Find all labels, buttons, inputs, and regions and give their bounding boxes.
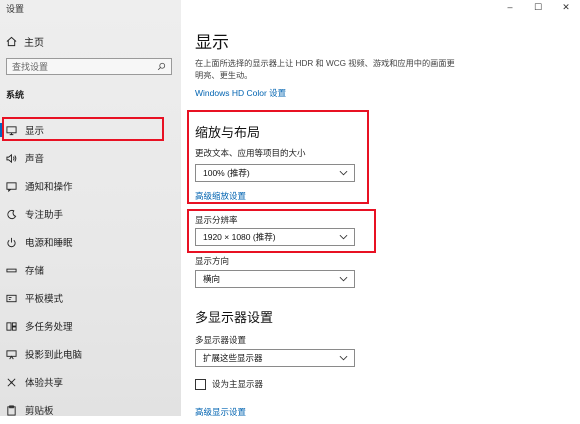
search-input[interactable] — [12, 61, 142, 72]
speaker-icon — [6, 153, 17, 163]
chevron-down-icon — [339, 276, 348, 282]
scale-value: 100% (推荐) — [203, 168, 250, 178]
scale-label: 更改文本、应用等项目的大小 — [195, 148, 306, 158]
scale-dropdown[interactable]: 100% (推荐) — [195, 164, 355, 182]
sidebar-item-multitask[interactable]: 多任务处理 — [0, 312, 181, 340]
chevron-down-icon — [339, 170, 348, 176]
scrollbar[interactable] — [572, 14, 580, 416]
orientation-value: 横向 — [203, 274, 221, 284]
tablet-icon — [6, 294, 17, 302]
minimize-button[interactable]: – — [496, 0, 524, 14]
section-title: 系统 — [6, 90, 25, 100]
notification-icon — [6, 181, 17, 192]
search-icon[interactable] — [157, 62, 166, 71]
hdr-settings-link[interactable]: Windows HD Color 设置 — [195, 87, 286, 99]
maximize-button[interactable]: ☐ — [524, 0, 552, 14]
sidebar-item-power[interactable]: 电源和睡眠 — [0, 228, 181, 256]
sidebar-item-clipboard[interactable]: 剪贴板 — [0, 396, 181, 424]
resolution-value: 1920 × 1080 (推荐) — [203, 232, 276, 242]
main-display-checkbox[interactable] — [195, 378, 206, 390]
sidebar-item-notifications[interactable]: 通知和操作 — [0, 172, 181, 200]
multi-display-label: 多显示器设置 — [195, 335, 247, 345]
orientation-dropdown[interactable]: 横向 — [195, 270, 355, 288]
multi-display-heading: 多显示器设置 — [195, 310, 274, 325]
sidebar-item-label: 体验共享 — [25, 378, 64, 389]
chevron-down-icon — [339, 355, 348, 361]
home-icon — [6, 36, 17, 47]
main-display-checkbox-row[interactable]: 设为主显示器 — [195, 378, 263, 390]
home-label: 主页 — [24, 38, 44, 49]
sidebar-item-label: 投影到此电脑 — [25, 350, 83, 361]
clipboard-icon — [7, 404, 16, 416]
resolution-dropdown[interactable]: 1920 × 1080 (推荐) — [195, 228, 355, 246]
sidebar-item-label: 专注助手 — [25, 210, 64, 221]
resolution-label: 显示分辨率 — [195, 215, 238, 225]
sidebar-item-label: 电源和睡眠 — [25, 238, 73, 249]
main-display-checkbox-label: 设为主显示器 — [212, 379, 264, 389]
window-controls: – ☐ ✕ — [496, 0, 580, 14]
advanced-display-link[interactable]: 高级显示设置 — [195, 406, 246, 418]
sidebar-item-label: 多任务处理 — [25, 322, 73, 333]
multitask-icon — [6, 321, 17, 331]
page-title: 显示 — [195, 33, 229, 52]
sidebar-item-label: 剪贴板 — [25, 406, 54, 417]
multi-display-value: 扩展这些显示器 — [203, 353, 263, 363]
sidebar-item-share[interactable]: 体验共享 — [0, 368, 181, 396]
sidebar-item-label: 通知和操作 — [25, 182, 73, 193]
home-link[interactable]: 主页 — [6, 34, 44, 49]
close-button[interactable]: ✕ — [552, 0, 580, 14]
chevron-down-icon — [339, 234, 348, 240]
sidebar-item-storage[interactable]: 存储 — [0, 256, 181, 284]
sidebar-item-label: 显示 — [25, 126, 45, 137]
moon-icon — [7, 209, 17, 219]
sidebar: 设置 主页 系统 显示 声音 通知和操作 专注助手 电源和睡眠 — [0, 0, 181, 417]
sidebar-item-display[interactable]: 显示 — [0, 116, 181, 144]
multi-display-dropdown[interactable]: 扩展这些显示器 — [195, 349, 355, 367]
search-box[interactable] — [6, 58, 172, 75]
monitor-icon — [6, 125, 17, 135]
advanced-scaling-link[interactable]: 高级缩放设置 — [195, 190, 246, 202]
window-title: 设置 — [6, 4, 25, 14]
sidebar-item-focus[interactable]: 专注助手 — [0, 200, 181, 228]
sidebar-item-project[interactable]: 投影到此电脑 — [0, 340, 181, 368]
sidebar-item-label: 存储 — [25, 266, 45, 277]
power-icon — [7, 237, 16, 247]
sidebar-item-sound[interactable]: 声音 — [0, 144, 181, 172]
sidebar-item-label: 声音 — [25, 154, 45, 165]
orientation-label: 显示方向 — [195, 256, 230, 266]
project-icon — [6, 349, 17, 359]
storage-icon — [6, 268, 17, 272]
share-icon — [7, 378, 16, 386]
sidebar-item-tablet[interactable]: 平板模式 — [0, 284, 181, 312]
hdr-description: 在上面所选择的显示器上让 HDR 和 WCG 视频、游戏和应用中的画面更明亮、更… — [195, 59, 455, 80]
sidebar-nav: 显示 声音 通知和操作 专注助手 电源和睡眠 存储 平板模式 多任务处理 投影到… — [0, 116, 181, 424]
sidebar-item-label: 平板模式 — [25, 294, 64, 305]
scale-heading: 缩放与布局 — [195, 125, 261, 140]
